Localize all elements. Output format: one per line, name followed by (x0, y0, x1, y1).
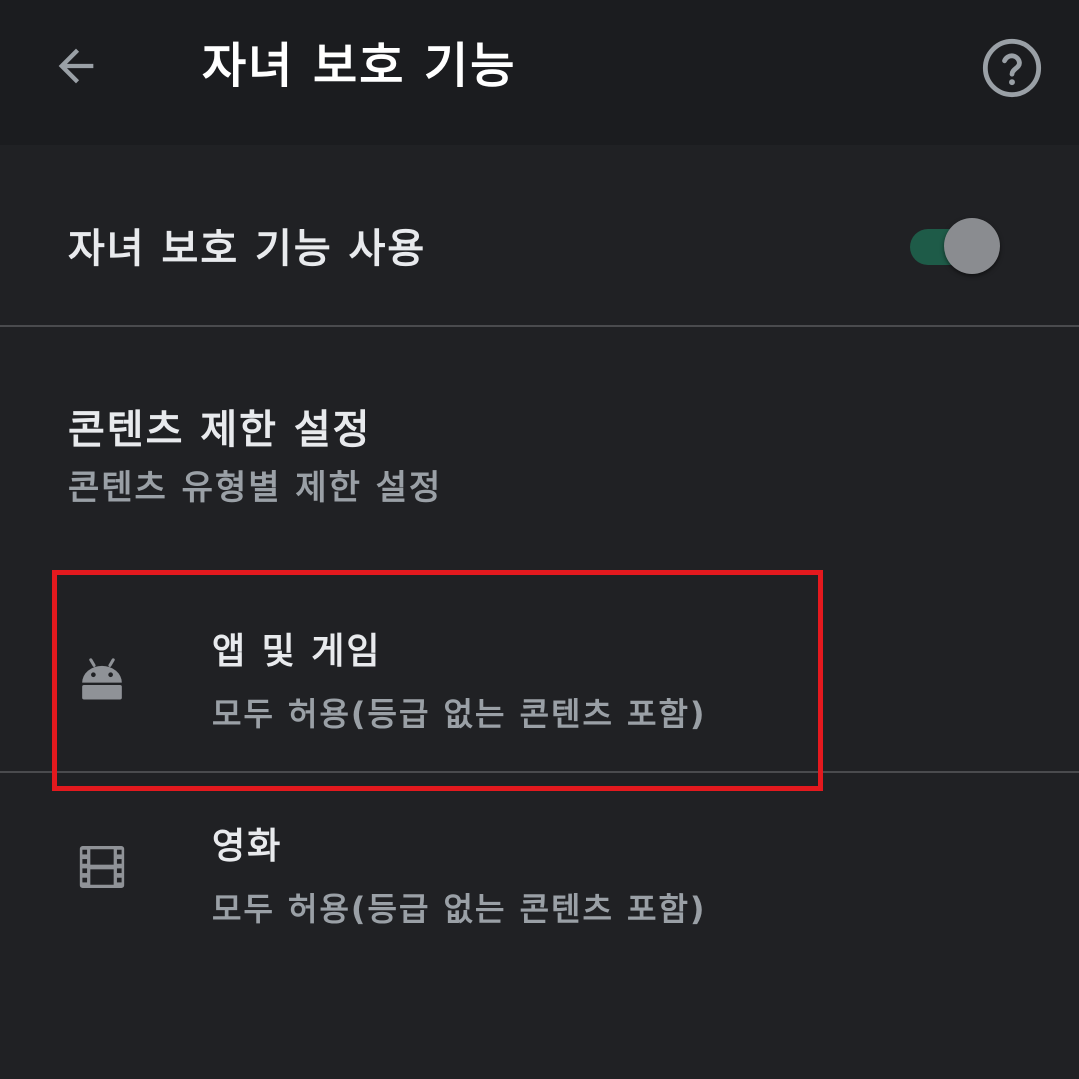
switch-thumb (944, 218, 1000, 274)
item-subtitle: 모두 허용(등급 없는 콘텐츠 포함) (212, 695, 707, 733)
parental-controls-toggle-row[interactable]: 자녀 보호 기능 사용 (0, 190, 1079, 310)
parental-controls-switch[interactable] (908, 218, 1002, 276)
item-subtitle: 모두 허용(등급 없는 콘텐츠 포함) (212, 890, 707, 928)
section-title: 콘텐츠 제한 설정 (68, 407, 372, 453)
page-title: 자녀 보호 기능 (202, 38, 517, 94)
arrow-back-icon (58, 48, 94, 84)
android-icon (72, 648, 132, 708)
back-button[interactable] (40, 30, 112, 102)
divider (0, 771, 1079, 773)
section-subtitle: 콘텐츠 유형별 제한 설정 (68, 468, 443, 508)
film-icon (72, 837, 132, 897)
divider (0, 325, 1079, 327)
app-bar: 자녀 보호 기능 (0, 0, 1079, 145)
item-title: 앱 및 게임 (212, 631, 382, 672)
item-text: 앱 및 게임 모두 허용(등급 없는 콘텐츠 포함) (212, 624, 707, 742)
help-button[interactable] (976, 32, 1048, 104)
toggle-label: 자녀 보호 기능 사용 (68, 226, 427, 272)
help-circle-icon (982, 38, 1042, 98)
item-text: 영화 모두 허용(등급 없는 콘텐츠 포함) (212, 819, 707, 937)
list-item-movies[interactable]: 영화 모두 허용(등급 없는 콘텐츠 포함) (0, 785, 1079, 975)
item-title: 영화 (212, 826, 283, 867)
parental-controls-screen: 자녀 보호 기능 자녀 보호 기능 사용 콘텐츠 제한 설정 콘텐츠 유형별 제… (0, 0, 1079, 1079)
list-item-apps-and-games[interactable]: 앱 및 게임 모두 허용(등급 없는 콘텐츠 포함) (0, 590, 1079, 780)
content-restrictions-section: 콘텐츠 제한 설정 콘텐츠 유형별 제한 설정 (68, 400, 442, 516)
